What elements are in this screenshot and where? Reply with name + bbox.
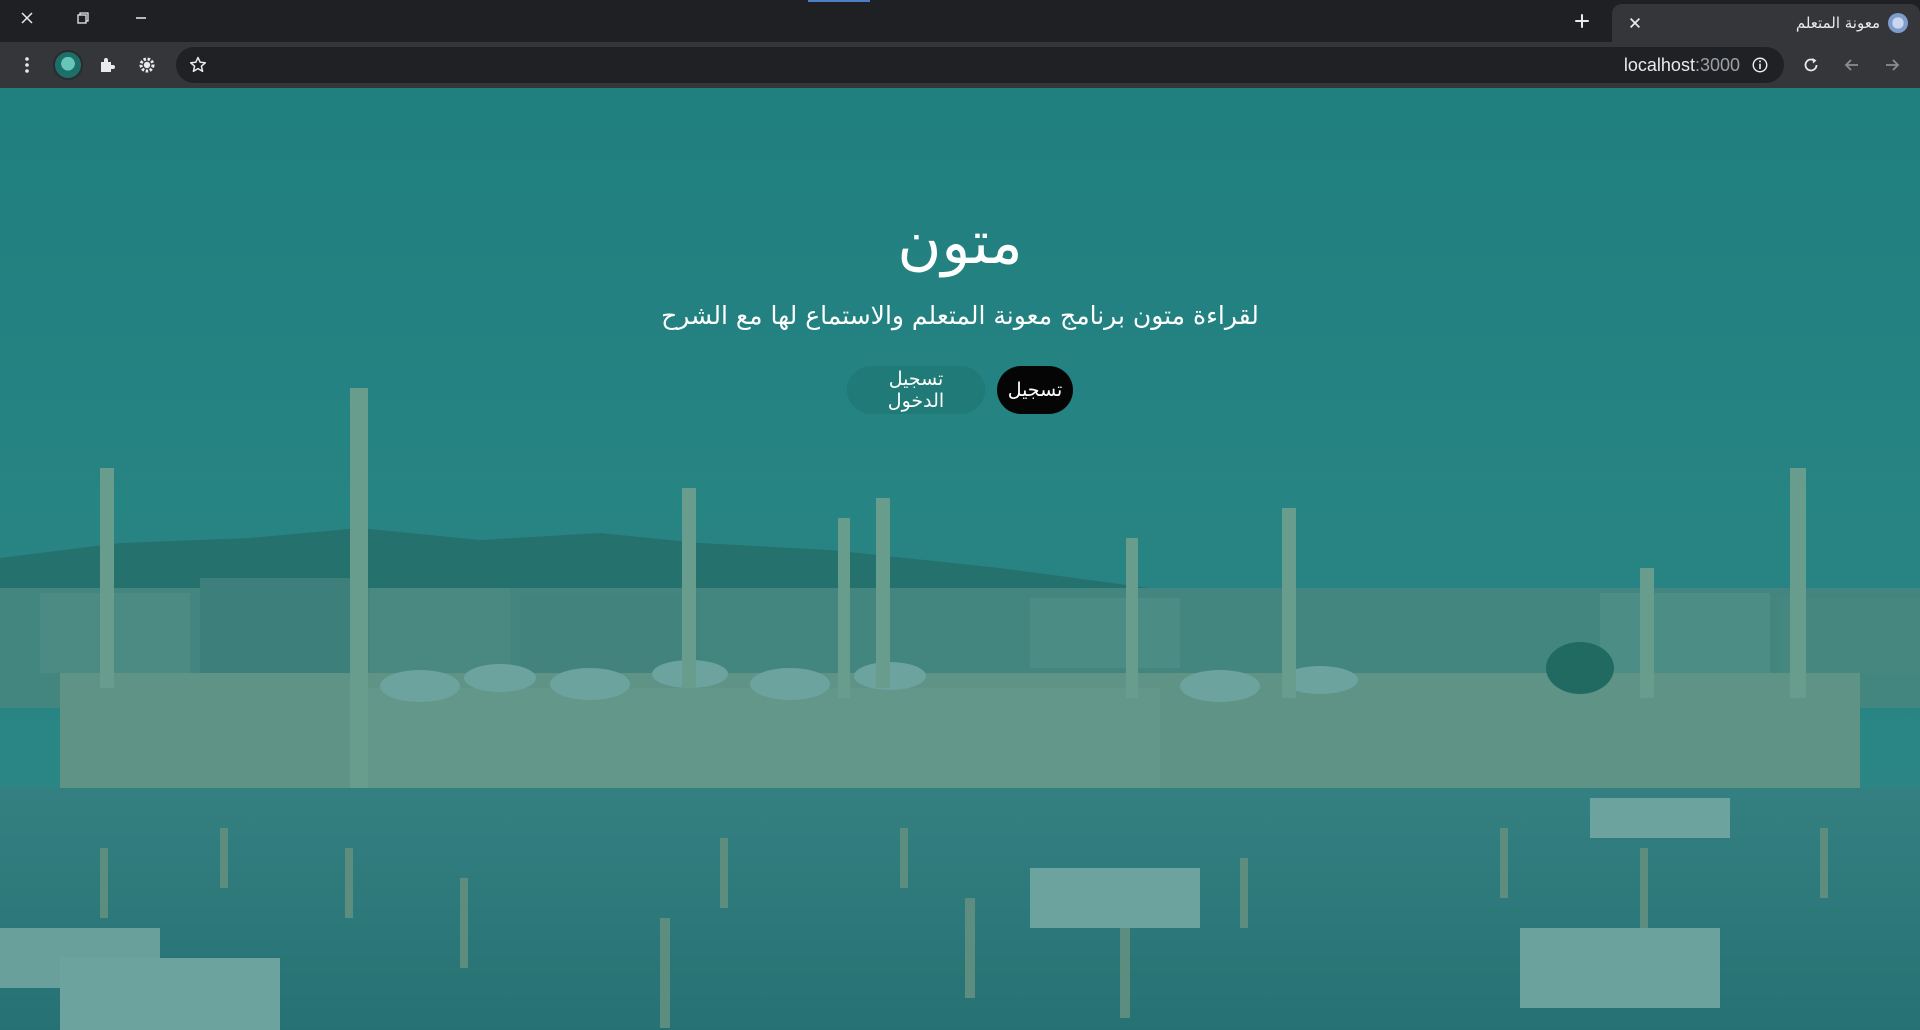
tab-drag-indicator — [808, 0, 870, 2]
window-restore-icon[interactable] — [56, 0, 110, 36]
hero-title: متون — [897, 208, 1023, 278]
kebab-menu-icon[interactable] — [12, 50, 42, 80]
reload-icon[interactable] — [1796, 50, 1826, 80]
puzzle-icon[interactable] — [92, 50, 122, 80]
address-bar[interactable]: localhost:3000 — [176, 47, 1784, 83]
tab-active[interactable]: معونة المتعلم — [1612, 4, 1920, 42]
info-icon[interactable] — [1748, 53, 1772, 77]
browser-toolbar: localhost:3000 — [0, 42, 1920, 88]
url-host: localhost — [1623, 55, 1695, 75]
new-tab-plus-icon[interactable] — [1565, 6, 1599, 36]
arrow-left-icon[interactable] — [1837, 50, 1867, 80]
tab-close-icon[interactable] — [1624, 12, 1646, 34]
hero-subtitle: لقراءة متون برنامج معونة المتعلم والاستم… — [661, 301, 1259, 330]
window-minimize-icon[interactable] — [114, 0, 168, 36]
hero-button-group: تسجيل تسجيل الدخول — [0, 366, 1920, 414]
profile-avatar[interactable] — [53, 50, 83, 80]
browser-tabstrip: معونة المتعلم — [0, 0, 1920, 42]
tab-title: معونة المتعلم — [1795, 14, 1880, 32]
login-button[interactable]: تسجيل الدخول — [847, 366, 985, 414]
hero-section: متون لقراءة متون برنامج معونة المتعلم وا… — [0, 88, 1920, 1030]
star-icon[interactable] — [184, 51, 212, 79]
url-text[interactable]: localhost:3000 — [1624, 55, 1740, 76]
register-button[interactable]: تسجيل — [997, 366, 1073, 414]
url-port: :3000 — [1694, 55, 1740, 75]
globe-favicon-icon — [1888, 13, 1908, 33]
arrow-right-icon[interactable] — [1877, 50, 1907, 80]
gear-icon[interactable] — [132, 50, 162, 80]
window-close-icon[interactable] — [0, 0, 54, 36]
avatar — [53, 50, 83, 80]
page-viewport: متون لقراءة متون برنامج معونة المتعلم وا… — [0, 88, 1920, 1030]
